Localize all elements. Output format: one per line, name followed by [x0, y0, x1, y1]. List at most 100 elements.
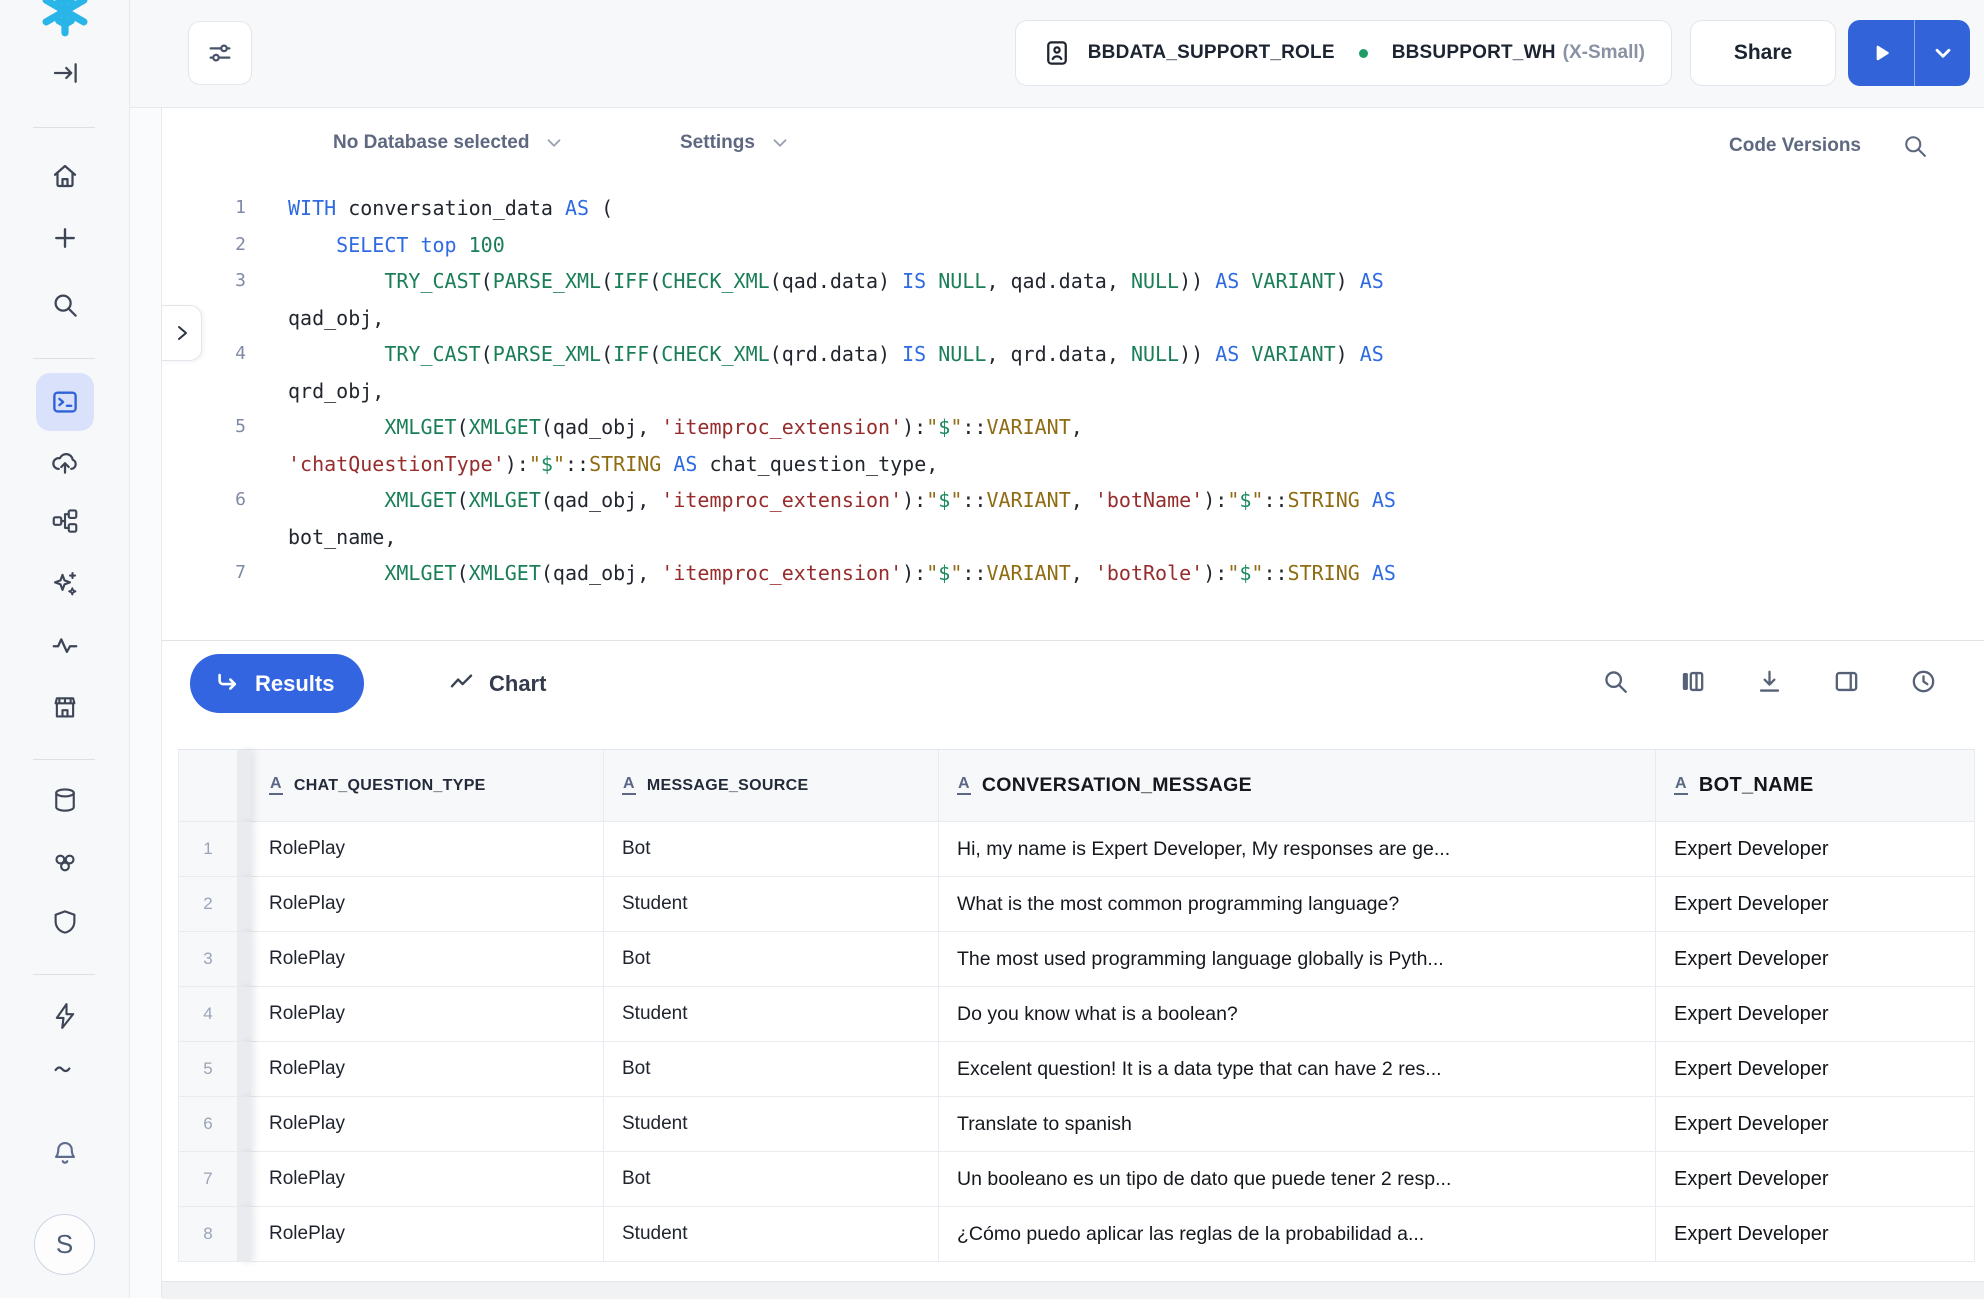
search-icon[interactable]: [1901, 132, 1929, 160]
filters-button[interactable]: [188, 21, 252, 85]
row-number-cell[interactable]: 5: [179, 1042, 238, 1097]
table-cell[interactable]: RolePlay: [251, 877, 604, 932]
database-icon[interactable]: [0, 785, 130, 815]
pinned-column-strip[interactable]: [238, 750, 251, 822]
code-text[interactable]: qrd_obj,: [246, 373, 384, 410]
tab-results[interactable]: Results: [190, 654, 364, 713]
sparkles-icon[interactable]: [0, 568, 130, 598]
table-cell[interactable]: Student: [604, 1207, 939, 1262]
download-icon[interactable]: [1754, 666, 1784, 696]
table-cell[interactable]: Expert Developer: [1656, 822, 1975, 877]
table-cell[interactable]: Expert Developer: [1656, 1042, 1975, 1097]
context-selector[interactable]: BBDATA_SUPPORT_ROLE BBSUPPORT_WH(X-Small…: [1015, 20, 1672, 86]
column-header[interactable]: ACONVERSATION_MESSAGE: [939, 750, 1656, 822]
row-number-cell[interactable]: 1: [179, 822, 238, 877]
lightning-icon[interactable]: [0, 1001, 130, 1031]
table-cell[interactable]: Expert Developer: [1656, 1207, 1975, 1262]
table-cell[interactable]: RolePlay: [251, 932, 604, 987]
collapse-panel-icon[interactable]: [0, 58, 130, 88]
row-number-cell[interactable]: 3: [179, 932, 238, 987]
code-text[interactable]: 'chatQuestionType'):"$"::STRING AS chat_…: [246, 446, 938, 483]
data-sharing-icon[interactable]: [0, 847, 130, 877]
table-cell[interactable]: Translate to spanish: [939, 1097, 1656, 1152]
table-row: 5RolePlayBotExcelent question! It is a d…: [179, 1042, 1975, 1097]
hierarchy-icon[interactable]: [0, 506, 130, 536]
table-cell[interactable]: Student: [604, 1097, 939, 1152]
sql-editor[interactable]: 1WITH conversation_data AS (2 SELECT top…: [162, 190, 1984, 640]
code-line: bot_name,: [162, 519, 1984, 556]
row-number-cell[interactable]: 7: [179, 1152, 238, 1207]
table-cell[interactable]: What is the most common programming lang…: [939, 877, 1656, 932]
table-cell[interactable]: Hi, my name is Expert Developer, My resp…: [939, 822, 1656, 877]
row-number-cell[interactable]: 2: [179, 877, 238, 932]
bell-icon[interactable]: [0, 1138, 130, 1168]
table-cell[interactable]: RolePlay: [251, 987, 604, 1042]
worksheet-terminal-icon[interactable]: [36, 373, 94, 431]
table-cell[interactable]: RolePlay: [251, 822, 604, 877]
table-cell[interactable]: Bot: [604, 1152, 939, 1207]
code-text[interactable]: bot_name,: [246, 519, 396, 556]
chevron-down-icon: [1930, 40, 1956, 66]
code-text[interactable]: XMLGET(XMLGET(qad_obj, 'itemproc_extensi…: [246, 409, 1083, 446]
table-cell[interactable]: Student: [604, 877, 939, 932]
column-header[interactable]: ABOT_NAME: [1656, 750, 1975, 822]
table-row: 3RolePlayBotThe most used programming la…: [179, 932, 1975, 987]
table-cell[interactable]: Do you know what is a boolean?: [939, 987, 1656, 1042]
plus-icon[interactable]: [0, 223, 130, 253]
table-cell[interactable]: RolePlay: [251, 1042, 604, 1097]
database-selector[interactable]: No Database selected: [333, 132, 565, 154]
table-cell[interactable]: Excelent question! It is a data type tha…: [939, 1042, 1656, 1097]
table-cell[interactable]: Expert Developer: [1656, 1152, 1975, 1207]
wave-icon[interactable]: [0, 1054, 130, 1084]
marketplace-icon[interactable]: [0, 692, 130, 722]
collapsed-panel-strip: [130, 108, 162, 1298]
code-text[interactable]: XMLGET(XMLGET(qad_obj, 'itemproc_extensi…: [246, 482, 1396, 519]
run-options-button[interactable]: [1915, 20, 1970, 86]
table-cell[interactable]: RolePlay: [251, 1097, 604, 1152]
user-avatar[interactable]: S: [34, 1214, 95, 1275]
search-icon[interactable]: [1600, 666, 1630, 696]
row-number-header[interactable]: [179, 750, 238, 822]
table-cell[interactable]: RolePlay: [251, 1152, 604, 1207]
table-cell[interactable]: Bot: [604, 1042, 939, 1097]
history-clock-icon[interactable]: [1908, 666, 1938, 696]
table-cell[interactable]: Expert Developer: [1656, 877, 1975, 932]
table-cell[interactable]: RolePlay: [251, 1207, 604, 1262]
column-header[interactable]: ACHAT_QUESTION_TYPE: [251, 750, 604, 822]
search-icon[interactable]: [0, 290, 130, 320]
activity-pulse-icon[interactable]: [0, 630, 130, 660]
run-button[interactable]: [1848, 20, 1914, 86]
horizontal-scrollbar-track[interactable]: [162, 1281, 1984, 1299]
code-text[interactable]: XMLGET(XMLGET(qad_obj, 'itemproc_extensi…: [246, 555, 1396, 592]
editor-toolbar: No Database selected Settings Code Versi…: [162, 108, 1984, 190]
code-text[interactable]: SELECT top 100: [246, 227, 505, 264]
tab-chart[interactable]: Chart: [430, 654, 564, 713]
row-number-cell[interactable]: 6: [179, 1097, 238, 1152]
code-text[interactable]: TRY_CAST(PARSE_XML(IFF(CHECK_XML(qrd.dat…: [246, 336, 1384, 373]
code-text[interactable]: TRY_CAST(PARSE_XML(IFF(CHECK_XML(qad.dat…: [246, 263, 1384, 300]
code-text[interactable]: qad_obj,: [246, 300, 384, 337]
settings-dropdown[interactable]: Settings: [680, 132, 791, 154]
row-number-cell[interactable]: 4: [179, 987, 238, 1042]
home-icon[interactable]: [0, 161, 130, 191]
side-panel-icon[interactable]: [1831, 666, 1861, 696]
shield-icon[interactable]: [0, 907, 130, 937]
column-header[interactable]: AMESSAGE_SOURCE: [604, 750, 939, 822]
table-cell[interactable]: Un booleano es un tipo de dato que puede…: [939, 1152, 1656, 1207]
row-number-cell[interactable]: 8: [179, 1207, 238, 1262]
table-row: 2RolePlayStudentWhat is the most common …: [179, 877, 1975, 932]
table-cell[interactable]: Expert Developer: [1656, 987, 1975, 1042]
table-cell[interactable]: Expert Developer: [1656, 932, 1975, 987]
table-cell[interactable]: Expert Developer: [1656, 1097, 1975, 1152]
share-button[interactable]: Share: [1690, 20, 1836, 86]
table-cell[interactable]: Bot: [604, 822, 939, 877]
code-versions-button[interactable]: Code Versions: [1729, 135, 1861, 157]
table-cell[interactable]: ¿Cómo puedo aplicar las reglas de la pro…: [939, 1207, 1656, 1262]
table-cell[interactable]: Bot: [604, 932, 939, 987]
table-cell[interactable]: The most used programming language globa…: [939, 932, 1656, 987]
expand-panel-tab[interactable]: [162, 305, 202, 361]
code-text[interactable]: WITH conversation_data AS (: [246, 190, 613, 227]
cloud-upload-icon[interactable]: [0, 447, 130, 477]
table-cell[interactable]: Student: [604, 987, 939, 1042]
columns-icon[interactable]: [1677, 666, 1707, 696]
